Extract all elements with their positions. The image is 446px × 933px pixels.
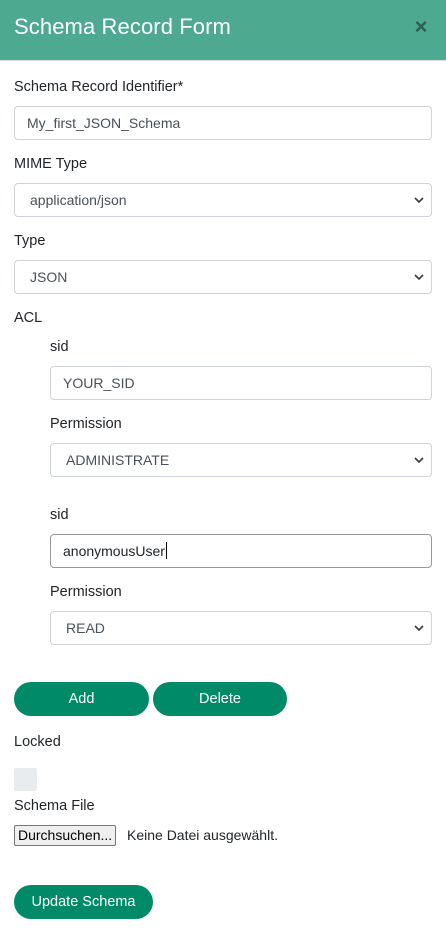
modal-title: Schema Record Form (14, 14, 231, 39)
acl-permission-selected: READ (66, 620, 105, 636)
browse-file-button[interactable]: Durchsuchen... (14, 825, 117, 846)
acl-sid-value: anonymousUser (63, 543, 165, 559)
acl-sid-input[interactable]: YOUR_SID (50, 366, 432, 400)
acl-permission-select[interactable]: ADMINISTRATE (50, 443, 432, 477)
modal-header: Schema Record Form × (0, 0, 446, 61)
mime-type-select[interactable]: application/json (14, 183, 432, 217)
update-schema-button[interactable]: Update Schema (14, 885, 153, 919)
acl-sid-label: sid (50, 507, 69, 523)
type-select[interactable]: JSON (14, 260, 432, 294)
acl-sid-value: YOUR_SID (63, 375, 135, 391)
schema-file-label: Schema File (14, 798, 95, 814)
acl-sid-input[interactable]: anonymousUser (50, 534, 432, 568)
chevron-down-icon (414, 457, 424, 464)
file-status-text: Keine Datei ausgewählt. (127, 827, 278, 843)
acl-sid-label: sid (50, 339, 69, 355)
mime-type-selected: application/json (30, 192, 127, 208)
type-label: Type (14, 233, 46, 249)
chevron-down-icon (414, 625, 424, 632)
acl-label: ACL (14, 310, 43, 326)
delete-acl-button[interactable]: Delete (153, 682, 287, 716)
identifier-label: Schema Record Identifier* (14, 79, 184, 95)
chevron-down-icon (414, 274, 424, 281)
text-cursor (165, 542, 167, 559)
identifier-value: My_first_JSON_Schema (27, 115, 181, 131)
identifier-input[interactable]: My_first_JSON_Schema (14, 106, 432, 140)
locked-checkbox[interactable] (14, 768, 37, 791)
mime-type-label: MIME Type (14, 156, 88, 172)
type-selected: JSON (30, 269, 68, 285)
schema-record-form-modal: Schema Record Form × Schema Record Ident… (0, 0, 446, 933)
acl-permission-label: Permission (50, 416, 122, 432)
acl-permission-label: Permission (50, 584, 122, 600)
acl-permission-select[interactable]: READ (50, 611, 432, 645)
close-button[interactable]: × (410, 14, 432, 40)
chevron-down-icon (414, 197, 424, 204)
acl-permission-selected: ADMINISTRATE (66, 452, 170, 468)
locked-label: Locked (14, 734, 61, 750)
add-acl-button[interactable]: Add (14, 682, 149, 716)
